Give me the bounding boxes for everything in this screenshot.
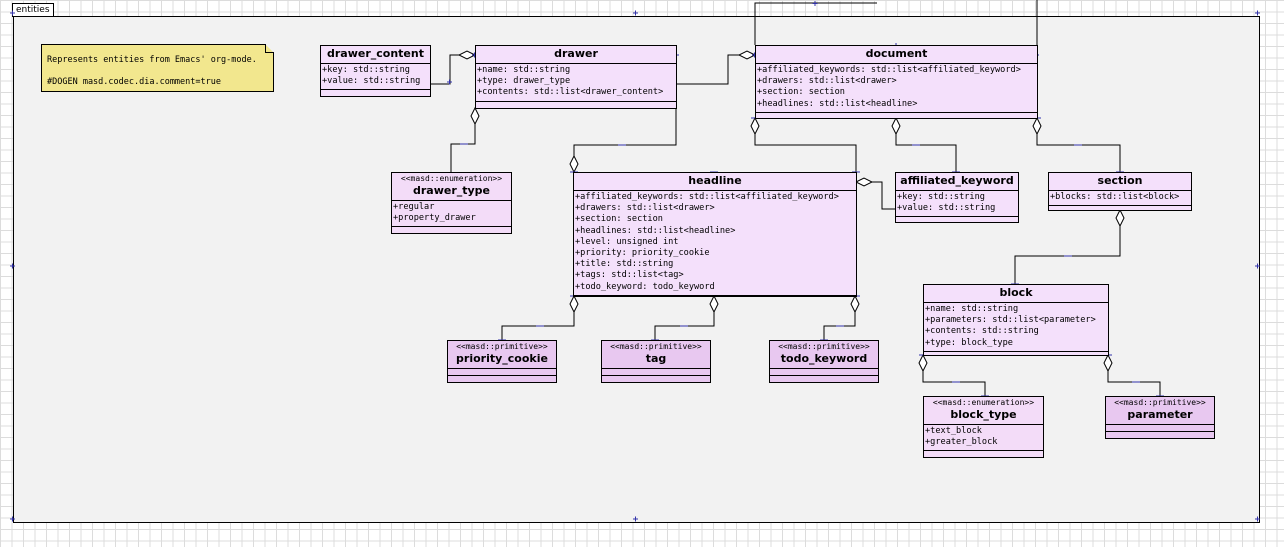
assoc-document-affiliated-keyword <box>895 118 957 172</box>
assoc-section-block <box>1014 210 1121 284</box>
enum-drawer-type[interactable]: <<masd::enumeration>> drawer_type +regul… <box>391 172 512 234</box>
aggregation-diamond <box>1103 353 1113 373</box>
attribute: +name: std::string <box>477 65 571 75</box>
assoc-headline-drawer <box>573 108 677 172</box>
stereotype: <<masd::primitive>> <box>1114 398 1206 407</box>
class-name: block <box>999 286 1033 299</box>
primitive-todo-keyword[interactable]: <<masd::primitive>> todo_keyword <box>769 340 879 383</box>
primitive-priority-cookie[interactable]: <<masd::primitive>> priority_cookie <box>447 340 557 383</box>
comment-note[interactable]: Represents entities from Emacs' org-mode… <box>41 44 274 92</box>
assoc-headline-tag <box>654 296 715 340</box>
assoc-document-headline <box>754 118 857 172</box>
attribute: +affiliated_keywords: std::list<affiliat… <box>757 65 1021 75</box>
class-name: drawer <box>554 47 598 60</box>
class-name: affiliated_keyword <box>900 174 1014 187</box>
attribute: +contents: std::string <box>925 326 1039 337</box>
attribute: +drawers: std::list<drawer> <box>757 76 897 87</box>
enumerator: +text_block <box>925 426 982 436</box>
attribute: +headlines: std::list<headline> <box>757 98 918 109</box>
aggregation-diamond <box>1032 116 1042 136</box>
assoc-headline-todo-keyword <box>823 296 856 340</box>
attribute: +section: section <box>757 87 845 98</box>
attribute: +key: std::string <box>322 65 410 75</box>
attribute: +headlines: std::list<headline> <box>575 225 736 236</box>
enum-block-type[interactable]: <<masd::enumeration>> block_type +text_b… <box>923 396 1044 458</box>
attribute: +priority: priority_cookie <box>575 248 710 259</box>
stereotype: <<masd::primitive>> <box>778 342 870 351</box>
assoc-document-drawer <box>676 54 755 85</box>
attribute: +affiliated_keywords: std::list<affiliat… <box>575 192 839 202</box>
enumerator: +greater_block <box>925 437 998 448</box>
assoc-drawer-drawer-content <box>430 54 475 85</box>
assoc-document-self <box>754 2 877 45</box>
class-name: drawer_content <box>327 47 424 60</box>
attribute: +parameters: std::list<parameter> <box>925 315 1096 326</box>
assoc-headline-priority-cookie <box>501 296 575 340</box>
class-name: section <box>1097 174 1143 187</box>
attribute: +tags: std::list<tag> <box>575 270 684 281</box>
class-name: block_type <box>950 408 1017 421</box>
class-name: parameter <box>1127 408 1193 421</box>
note-description: Represents entities from Emacs' org-mode… <box>47 55 257 65</box>
attribute: +todo_keyword: todo_keyword <box>575 281 715 292</box>
class-name: drawer_type <box>412 184 491 197</box>
class-affiliated-keyword[interactable]: affiliated_keyword +key: std::string +va… <box>895 172 1019 223</box>
assoc-headline-affiliated-keyword <box>856 181 895 210</box>
aggregation-diamond <box>569 154 579 174</box>
class-block[interactable]: block +name: std::string +parameters: st… <box>923 284 1109 356</box>
attribute: +name: std::string <box>925 304 1019 314</box>
attribute: +blocks: std::list<block> <box>1050 192 1180 202</box>
attribute: +section: section <box>575 214 663 225</box>
enumerator: +property_drawer <box>393 213 476 224</box>
stereotype: <<masd::primitive>> <box>610 342 702 351</box>
attribute: +value: std::string <box>322 76 421 87</box>
assoc-block-parameter <box>1107 355 1161 396</box>
stereotype: <<masd::enumeration>> <box>932 398 1035 407</box>
attribute: +type: drawer_type <box>477 76 571 87</box>
note-fold-corner <box>265 44 274 53</box>
class-name: todo_keyword <box>780 352 868 365</box>
aggregation-diamond <box>1115 208 1125 228</box>
class-name: tag <box>645 352 667 365</box>
aggregation-diamond <box>750 116 760 136</box>
aggregation-diamond <box>854 177 874 187</box>
attribute: +value: std::string <box>897 203 996 214</box>
primitive-tag[interactable]: <<masd::primitive>> tag <box>601 340 711 383</box>
aggregation-diamond <box>891 116 901 136</box>
attribute: +title: std::string <box>575 259 674 270</box>
stereotype: <<masd::enumeration>> <box>400 174 503 183</box>
note-dogen-tag: #DOGEN masd.codec.dia.comment=true <box>47 77 221 87</box>
class-headline[interactable]: headline +affiliated_keywords: std::list… <box>573 172 857 297</box>
class-name: headline <box>688 174 742 187</box>
stereotype: <<masd::primitive>> <box>456 342 548 351</box>
attribute: +type: block_type <box>925 337 1013 348</box>
class-drawer[interactable]: drawer +name: std::string +type: drawer_… <box>475 45 677 109</box>
assoc-block-block-type <box>922 355 986 396</box>
class-section[interactable]: section +blocks: std::list<block> <box>1048 172 1192 211</box>
aggregation-diamond <box>918 353 928 373</box>
aggregation-diamond <box>470 106 480 126</box>
class-document[interactable]: document +affiliated_keywords: std::list… <box>755 45 1038 119</box>
class-name: document <box>865 47 928 60</box>
attribute: +drawers: std::list<drawer> <box>575 203 715 214</box>
class-name: priority_cookie <box>456 352 548 365</box>
enumerator: +regular <box>393 202 435 212</box>
attribute: +key: std::string <box>897 192 985 202</box>
class-drawer-content[interactable]: drawer_content +key: std::string +value:… <box>320 45 431 97</box>
attribute: +contents: std::list<drawer_content> <box>477 87 664 98</box>
primitive-parameter[interactable]: <<masd::primitive>> parameter <box>1105 396 1215 439</box>
attribute: +level: unsigned int <box>575 236 679 247</box>
